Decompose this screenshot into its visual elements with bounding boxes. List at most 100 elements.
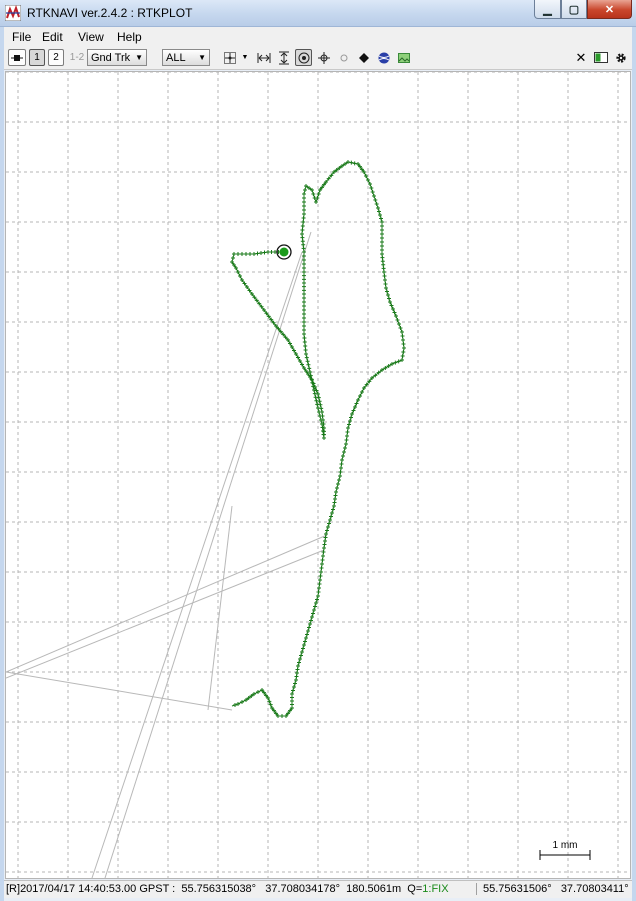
track-point [341,454,345,458]
track-point [302,328,306,332]
maximize-button[interactable]: ▢ [561,0,587,19]
track-point [380,220,384,224]
status-height: 180.5061m [346,883,402,895]
close-window-button[interactable]: ✕ [587,0,632,19]
grid [6,72,630,878]
solution-2-button[interactable]: 2 [48,49,64,66]
track-point [302,316,306,320]
window-layout-button[interactable] [593,49,609,66]
track-point [256,690,260,694]
track-point [300,650,304,654]
track-point [338,474,342,478]
close-plot-button[interactable]: ✕ [574,49,588,66]
rtklib-app-icon[interactable] [5,5,21,21]
track-point [320,562,324,566]
origin-button[interactable] [222,49,238,66]
track-point [316,192,321,196]
track-point [314,200,318,204]
track-point [345,430,350,434]
track-point [342,450,346,454]
track-point [401,350,406,354]
fit-vertical-button[interactable] [276,49,292,66]
menu-help[interactable]: Help [117,30,142,44]
track-point [382,270,386,274]
track-point [303,639,307,644]
track-point [380,255,385,260]
origin-dropdown-button[interactable]: ▼ [240,49,250,66]
track-point [302,643,306,647]
scale-bar-label: 1 mm [553,840,578,851]
solution-1-2-button[interactable]: 1-2 [67,49,87,66]
track-point [378,213,382,217]
track-point [308,622,312,626]
options-button[interactable] [613,49,629,66]
fit-horizontal-button[interactable] [256,49,272,66]
track-point [383,278,387,282]
track-point [376,206,380,210]
track-point [332,504,336,508]
track-point [400,334,405,338]
track-point [290,692,294,696]
track-point [293,681,297,686]
track-point [380,224,384,228]
track-point [400,354,405,358]
cursor-latitude: 55.75631506° [483,883,552,895]
show-map-button[interactable] [376,49,392,66]
track-point [302,320,306,324]
satellite-filter-select[interactable]: ALL ▼ [162,49,210,66]
track-point [262,250,267,255]
track-point [302,281,306,285]
track-point [337,478,341,482]
show-marker-button[interactable] [356,49,372,66]
track-point [292,348,296,353]
track-point [346,426,350,430]
solution-2-label: 2 [53,52,59,63]
show-image-button[interactable] [396,49,412,66]
track-point [302,192,306,196]
track-point [231,256,235,260]
center-on-position-button[interactable] [295,49,312,66]
menu-file[interactable]: File [12,30,31,44]
crosshair-circle-icon [318,51,330,64]
ground-track-plot[interactable]: 1 mm [5,71,631,879]
track-point [238,274,242,278]
track-point [302,196,306,200]
track-point [322,546,326,550]
track-point [380,232,384,236]
connect-button[interactable] [8,49,26,66]
track-point [311,192,316,196]
track-point [312,608,316,612]
menu-bar: File Edit View Help [4,27,632,46]
track-point [333,493,338,498]
track-point [381,262,386,267]
title-bar: RTKNAVI ver.2.4.2 : RTKPLOT ▁ ▢ ✕ [0,0,636,27]
track-point [294,674,299,679]
track-point [302,212,306,216]
plot-type-select[interactable]: Gnd Trk ▼ [87,49,147,66]
minimize-button[interactable]: ▁ [534,0,561,19]
track-point [344,442,348,446]
trajectory-line [6,671,233,711]
menu-edit[interactable]: Edit [42,30,63,44]
track-point [336,482,340,486]
track-point [352,161,357,166]
menu-view[interactable]: View [78,30,104,44]
track-point [302,324,306,328]
show-track-button[interactable] [316,49,332,66]
chevron-down-icon: ▼ [198,53,206,62]
track-point [306,629,310,633]
track-point [304,355,309,360]
track-point [232,252,236,256]
track-point [299,653,303,658]
show-point-button[interactable] [336,49,352,66]
track-point [315,196,320,200]
status-bar: [R]2017/04/17 14:40:53.00 GPST : 55.7563… [4,880,632,898]
track-point [302,277,306,282]
track-point [248,252,252,256]
track-point [302,270,306,274]
track-point [298,359,302,363]
solution-1-button[interactable]: 1 [29,49,45,66]
small-circle-icon [340,54,348,61]
track-point [332,500,337,505]
plot-canvas[interactable]: 1 mm [6,72,630,878]
